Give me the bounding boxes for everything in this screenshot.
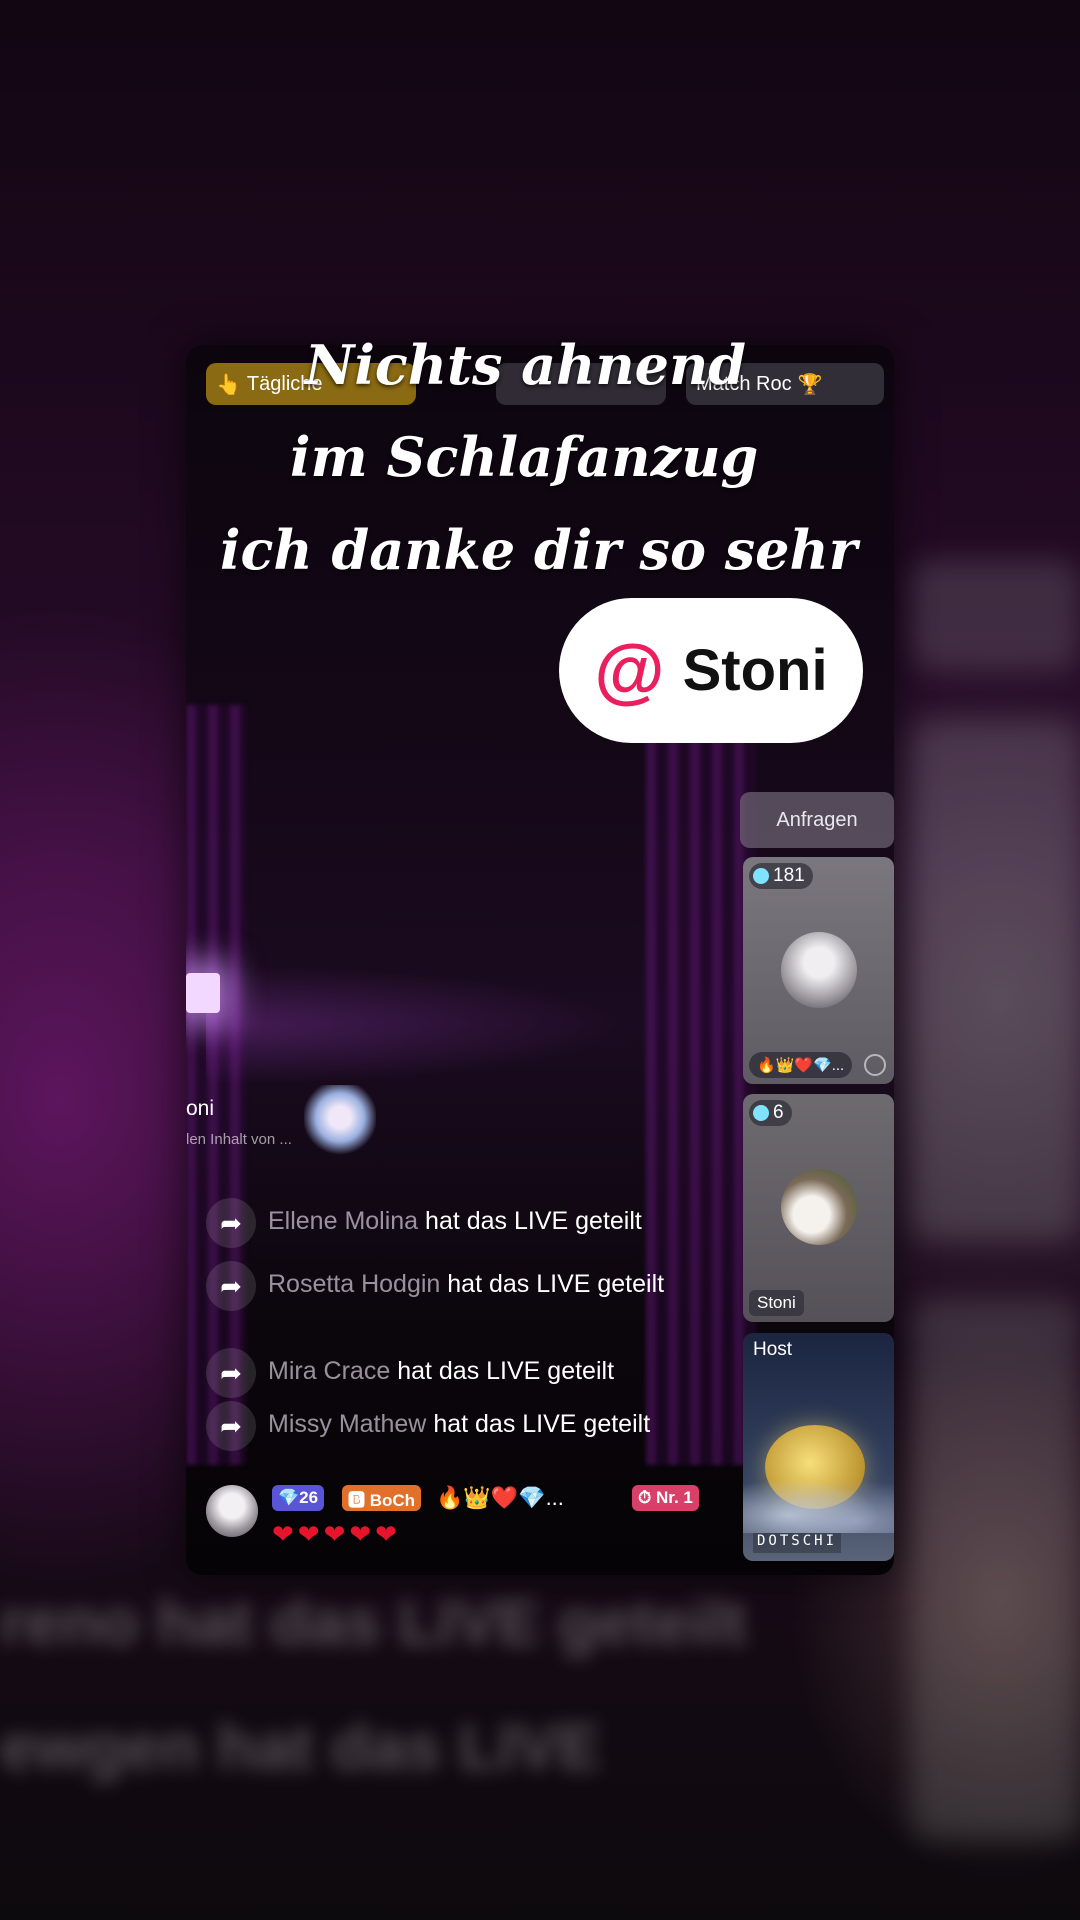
stage-glow <box>206 965 626 1085</box>
blurred-background-panel <box>910 1300 1080 1840</box>
share-icon: ➦ <box>206 1261 256 1311</box>
gift-emojis: 🔥👑❤️💎... <box>749 1052 853 1078</box>
blurred-background-text: ewgen hat das LIVE <box>0 1711 602 1783</box>
blurred-background-panel <box>910 720 1080 1240</box>
gem-count: 6 <box>749 1100 792 1126</box>
chat-message: ➦ Rosetta Hodgin hat das LIVE geteilt <box>206 1261 726 1311</box>
gem-badge: 💎26 <box>272 1485 325 1511</box>
banner-image <box>304 1085 376 1157</box>
hearts: ❤❤❤❤❤ <box>272 1519 401 1549</box>
trophy-icon: 🏆 <box>797 373 823 396</box>
host-tile[interactable]: Host DOTSCHI <box>743 1333 894 1561</box>
viewer-row: 💎26 🅱 BoCh 🔥👑❤️💎... ⏱ Nr. 1 ❤❤❤❤❤ <box>206 1485 746 1555</box>
host-label: Host <box>753 1339 793 1360</box>
share-icon: ➦ <box>206 1401 256 1451</box>
mention-name: Stoni <box>682 638 828 703</box>
banner-subtitle: len Inhalt von ... <box>186 1131 292 1148</box>
share-icon: ➦ <box>206 1198 256 1248</box>
blurred-background-panel <box>910 560 1080 670</box>
requests-button[interactable]: Anfragen <box>740 792 894 848</box>
caption-line: im Schlafanzug <box>290 425 759 489</box>
caption-line: Nichts ahnend <box>305 333 747 397</box>
rank-badge: ⏱ Nr. 1 <box>632 1485 699 1511</box>
gem-icon <box>753 868 769 884</box>
at-icon: @ <box>594 630 665 711</box>
mute-icon[interactable] <box>864 1054 886 1076</box>
host-name: DOTSCHI <box>753 1533 842 1553</box>
avatar[interactable] <box>206 1485 258 1537</box>
gem-count: 181 <box>749 863 813 889</box>
guest-name: Stoni <box>749 1290 804 1316</box>
mention-sticker[interactable]: @ Stoni <box>559 598 863 743</box>
caption-line: ich danke dir so sehr <box>220 518 858 582</box>
name-badge: 🅱 BoCh <box>342 1485 422 1511</box>
share-icon: ➦ <box>206 1348 256 1398</box>
banner-title: oni <box>186 1097 215 1120</box>
guest-tile[interactable]: 6 Stoni <box>743 1094 894 1322</box>
chat-message: ➦ Missy Mathew hat das LIVE geteilt <box>206 1401 726 1451</box>
chat-message: ➦ Mira Crace hat das LIVE geteilt <box>206 1348 726 1398</box>
avatar <box>781 932 857 1008</box>
gift-emojis: 🔥👑❤️💎... <box>436 1485 564 1510</box>
stage-light <box>186 973 220 1013</box>
cloud-image <box>743 1473 894 1533</box>
gem-icon <box>753 1105 769 1121</box>
creator-banner[interactable]: oni len Inhalt von ... <box>186 1085 386 1165</box>
avatar <box>781 1169 857 1245</box>
blurred-background-text: reno hat das LIVE geteilt <box>0 1586 747 1658</box>
chat-message: ➦ Ellene Molina hat das LIVE geteilt <box>206 1198 726 1248</box>
guest-tile[interactable]: 181 🔥👑❤️💎... <box>743 857 894 1084</box>
hand-icon: 👆 <box>216 373 241 396</box>
